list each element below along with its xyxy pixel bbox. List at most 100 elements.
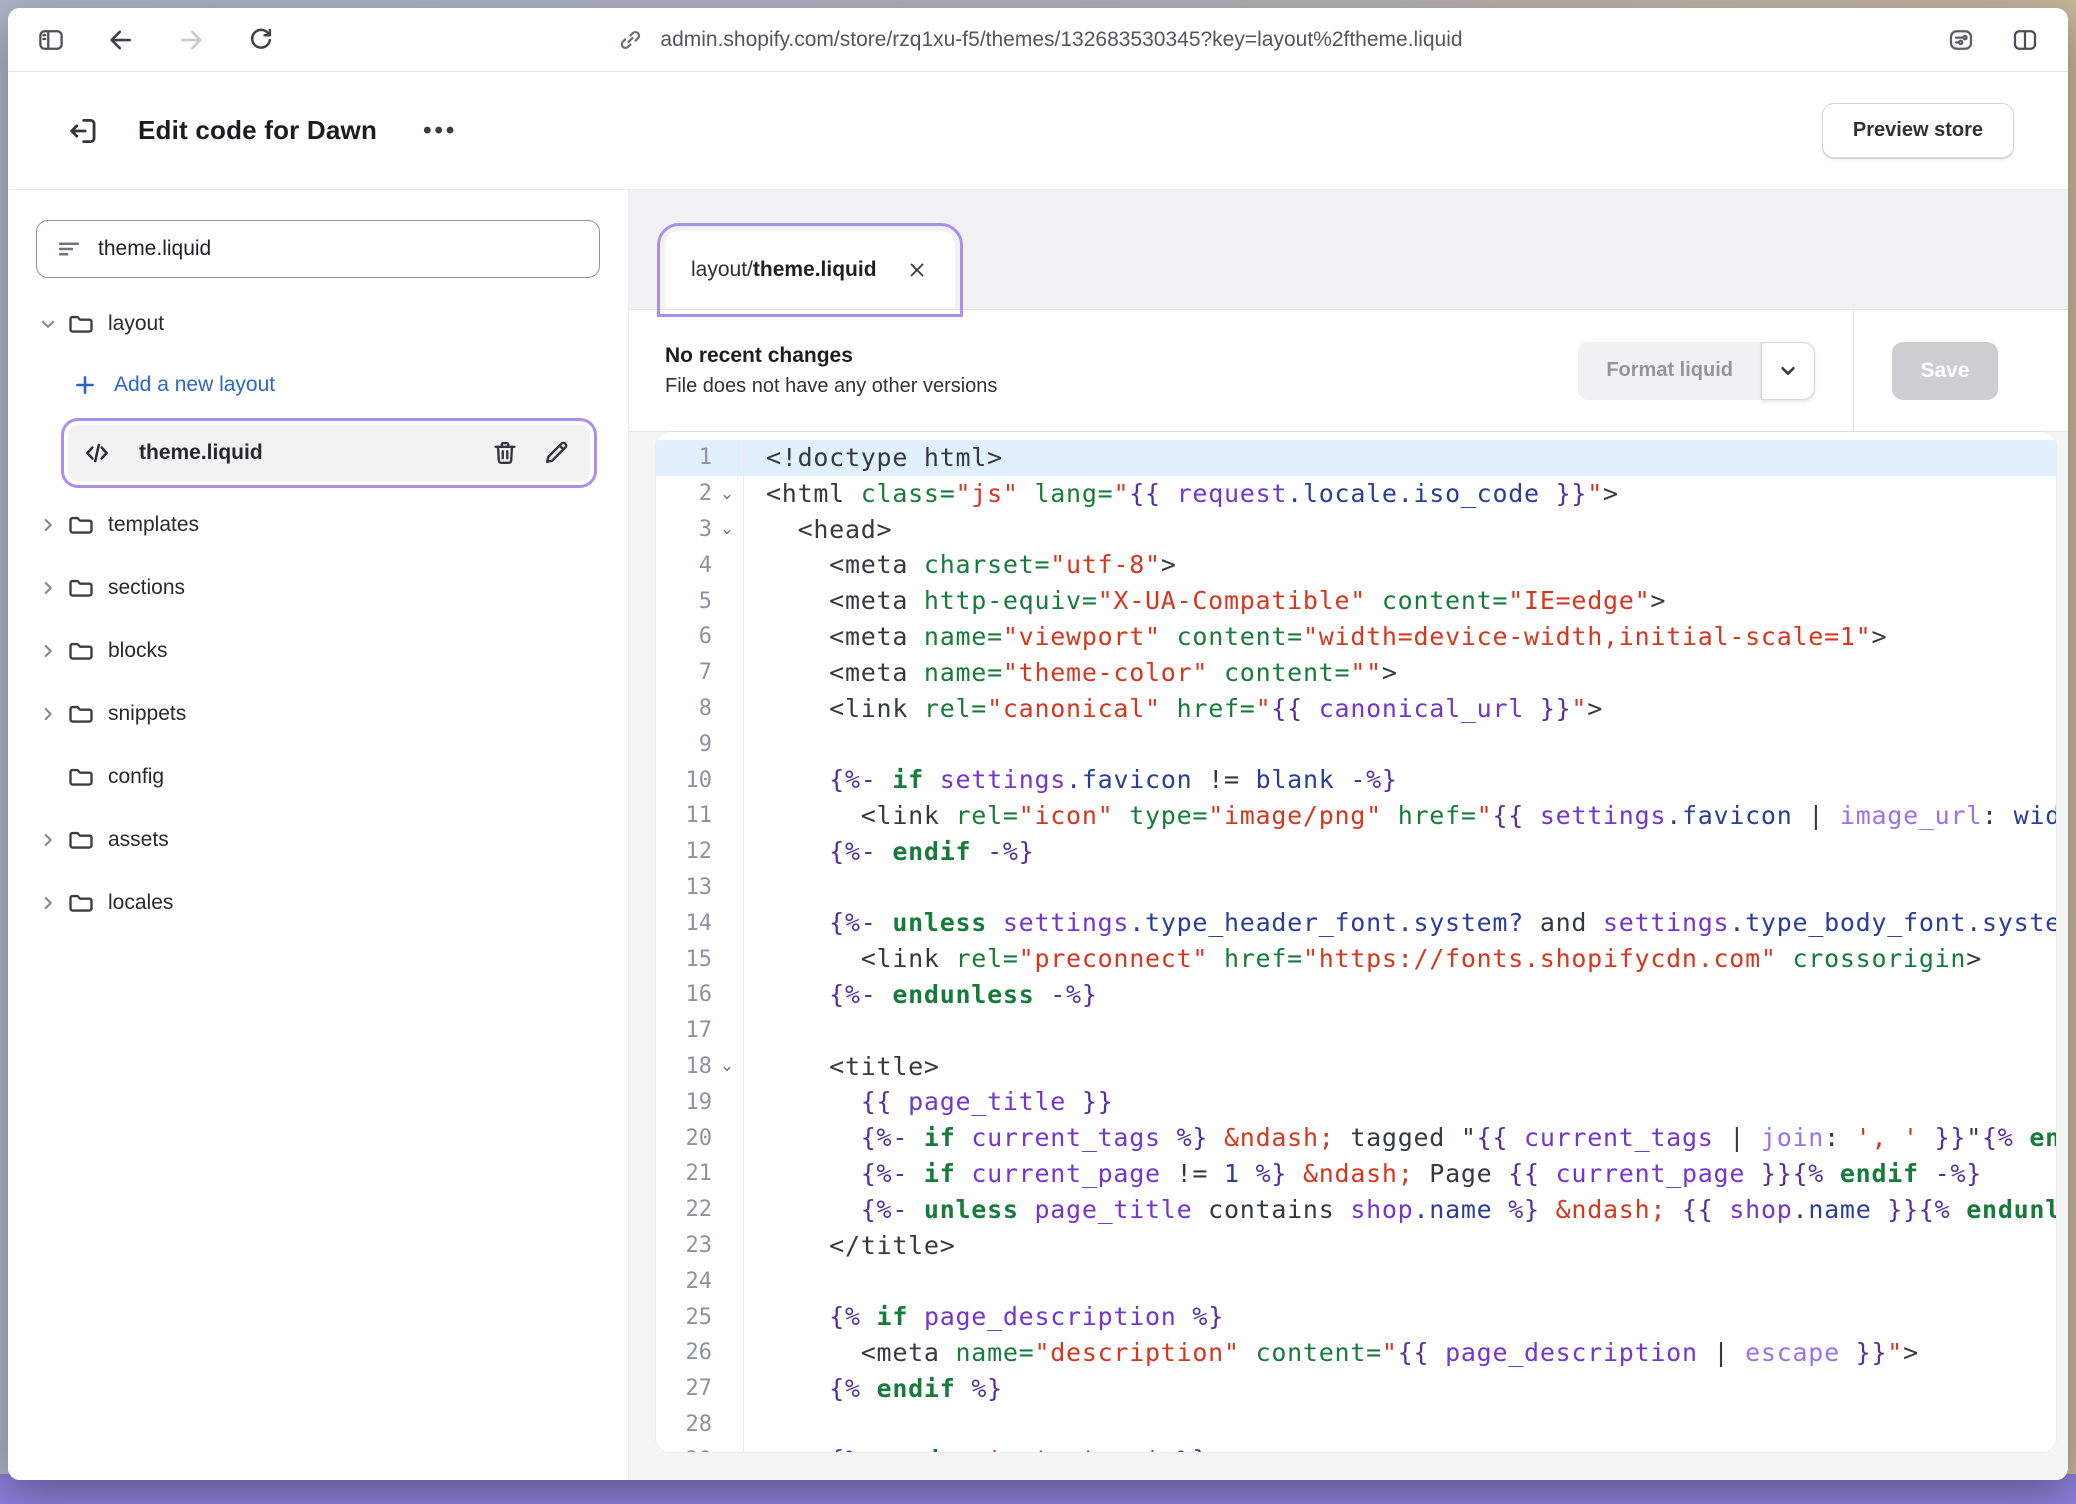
folder-label: sections bbox=[108, 576, 185, 600]
code-line[interactable]: 18⌄ <title> bbox=[656, 1049, 2056, 1085]
folder-label: config bbox=[108, 765, 164, 789]
code-line[interactable]: 12 {%- endif -%} bbox=[656, 834, 2056, 870]
folder-label: assets bbox=[108, 828, 169, 852]
code-line-text: {%- endunless -%} bbox=[744, 977, 2056, 1013]
line-number: 10 bbox=[656, 768, 712, 793]
file-search-box[interactable] bbox=[36, 220, 600, 278]
code-line-text bbox=[744, 1407, 2056, 1443]
code-line[interactable]: 14 {%- unless settings.type_header_font.… bbox=[656, 905, 2056, 941]
code-editor[interactable]: 1<!doctype html>2⌄<html class="js" lang=… bbox=[656, 432, 2056, 1452]
code-line-text: <meta name="viewport" content="width=dev… bbox=[744, 619, 2056, 655]
code-line[interactable]: 4 <meta charset="utf-8"> bbox=[656, 547, 2056, 583]
fold-toggle-icon[interactable]: ⌄ bbox=[712, 484, 742, 504]
code-line[interactable]: 22 {%- unless page_title contains shop.n… bbox=[656, 1192, 2056, 1228]
line-number: 17 bbox=[656, 1018, 712, 1043]
folder-icon bbox=[66, 762, 108, 792]
add-layout-label: Add a new layout bbox=[114, 373, 275, 397]
sidebar-item-sections[interactable]: sections bbox=[30, 556, 602, 619]
line-number: 26 bbox=[656, 1340, 712, 1365]
line-number: 3 bbox=[656, 517, 712, 542]
code-line[interactable]: 17 bbox=[656, 1013, 2056, 1049]
delete-file-icon[interactable] bbox=[487, 435, 523, 471]
line-number-gutter: 3⌄ bbox=[656, 512, 744, 548]
browser-window: admin.shopify.com/store/rzq1xu-f5/themes… bbox=[8, 8, 2068, 1480]
code-line[interactable]: 28 bbox=[656, 1407, 2056, 1443]
code-line[interactable]: 25 {% if page_description %} bbox=[656, 1299, 2056, 1335]
save-button[interactable]: Save bbox=[1892, 342, 1998, 400]
page-settings-icon[interactable] bbox=[1944, 23, 1978, 57]
chevron-right-icon[interactable] bbox=[30, 640, 66, 662]
sidebar-toggle-icon[interactable] bbox=[34, 23, 68, 57]
code-line[interactable]: 1<!doctype html> bbox=[656, 440, 2056, 476]
chevron-right-icon[interactable] bbox=[30, 577, 66, 599]
sidebar-item-blocks[interactable]: blocks bbox=[30, 619, 602, 682]
code-line[interactable]: 24 bbox=[656, 1263, 2056, 1299]
close-tab-icon[interactable] bbox=[905, 258, 929, 282]
code-line[interactable]: 19 {{ page_title }} bbox=[656, 1084, 2056, 1120]
code-line[interactable]: 20 {%- if current_tags %} &ndash; tagged… bbox=[656, 1120, 2056, 1156]
code-line-text bbox=[744, 726, 2056, 762]
code-line-text: {% if page_description %} bbox=[744, 1299, 2056, 1335]
chevron-right-icon[interactable] bbox=[30, 892, 66, 914]
fold-toggle-icon[interactable]: ⌄ bbox=[712, 519, 742, 539]
code-line-text: <meta http-equiv="X-UA-Compatible" conte… bbox=[744, 583, 2056, 619]
code-line[interactable]: 26 <meta name="description" content="{{ … bbox=[656, 1335, 2056, 1371]
code-line-text: {%- if current_page != 1 %} &ndash; Page… bbox=[744, 1156, 2056, 1192]
code-line[interactable]: 11 <link rel="icon" type="image/png" hre… bbox=[656, 798, 2056, 834]
line-number: 16 bbox=[656, 982, 712, 1007]
line-number-gutter: 16 bbox=[656, 977, 744, 1013]
code-line[interactable]: 27 {% endif %} bbox=[656, 1371, 2056, 1407]
sidebar-item-layout[interactable]: layout bbox=[30, 292, 602, 355]
line-number: 15 bbox=[656, 947, 712, 972]
chevron-right-icon[interactable] bbox=[30, 514, 66, 536]
line-number-gutter: 4 bbox=[656, 547, 744, 583]
code-line-text: {% render 'meta-tags' %} bbox=[744, 1442, 2056, 1452]
sidebar-item-snippets[interactable]: snippets bbox=[30, 682, 602, 745]
code-line[interactable]: 13 bbox=[656, 870, 2056, 906]
sidebar-item-config[interactable]: config bbox=[30, 745, 602, 808]
back-icon[interactable] bbox=[104, 23, 138, 57]
line-number-gutter: 8 bbox=[656, 691, 744, 727]
code-line[interactable]: 10 {%- if settings.favicon != blank -%} bbox=[656, 762, 2056, 798]
reload-icon[interactable] bbox=[244, 23, 278, 57]
more-menu-icon[interactable]: ••• bbox=[423, 117, 457, 145]
code-line[interactable]: 15 <link rel="preconnect" href="https://… bbox=[656, 941, 2056, 977]
code-line[interactable]: 2⌄<html class="js" lang="{{ request.loca… bbox=[656, 476, 2056, 512]
code-line[interactable]: 5 <meta http-equiv="X-UA-Compatible" con… bbox=[656, 583, 2056, 619]
sidebar-item-templates[interactable]: templates bbox=[30, 493, 602, 556]
rename-file-icon[interactable] bbox=[538, 435, 574, 471]
code-line[interactable]: 9 bbox=[656, 726, 2056, 762]
preview-store-button[interactable]: Preview store bbox=[1822, 103, 2014, 159]
folder-label: templates bbox=[108, 513, 199, 537]
add-new-layout-button[interactable]: Add a new layout bbox=[30, 355, 602, 415]
code-line[interactable]: 7 <meta name="theme-color" content=""> bbox=[656, 655, 2056, 691]
sidebar-item-assets[interactable]: assets bbox=[30, 808, 602, 871]
sidebar-item-theme-liquid[interactable]: theme.liquid bbox=[68, 425, 590, 481]
split-view-icon[interactable] bbox=[2008, 23, 2042, 57]
sidebar-item-locales[interactable]: locales bbox=[30, 871, 602, 934]
editor-panel: layout/theme.liquid No recent changes Fi… bbox=[628, 190, 2068, 1480]
forward-icon[interactable] bbox=[174, 23, 208, 57]
format-options-dropdown[interactable] bbox=[1761, 342, 1815, 400]
fold-toggle-icon[interactable]: ⌄ bbox=[712, 1056, 742, 1076]
tab-theme-liquid[interactable]: layout/theme.liquid bbox=[665, 231, 955, 309]
code-line[interactable]: 3⌄ <head> bbox=[656, 512, 2056, 548]
code-line[interactable]: 16 {%- endunless -%} bbox=[656, 977, 2056, 1013]
chevron-down-icon[interactable] bbox=[30, 313, 66, 335]
line-number: 9 bbox=[656, 732, 712, 757]
search-input[interactable] bbox=[98, 237, 581, 261]
address-bar[interactable]: admin.shopify.com/store/rzq1xu-f5/themes… bbox=[660, 28, 1462, 52]
code-line[interactable]: 8 <link rel="canonical" href="{{ canonic… bbox=[656, 691, 2056, 727]
code-line[interactable]: 23 </title> bbox=[656, 1228, 2056, 1264]
code-line[interactable]: 6 <meta name="viewport" content="width=d… bbox=[656, 619, 2056, 655]
code-line-text: {%- endif -%} bbox=[744, 834, 2056, 870]
code-line[interactable]: 21 {%- if current_page != 1 %} &ndash; P… bbox=[656, 1156, 2056, 1192]
line-number-gutter: 26 bbox=[656, 1335, 744, 1371]
chevron-right-icon[interactable] bbox=[30, 829, 66, 851]
chevron-right-icon[interactable] bbox=[30, 703, 66, 725]
code-line-text: <html class="js" lang="{{ request.locale… bbox=[744, 476, 2056, 512]
format-liquid-button[interactable]: Format liquid bbox=[1578, 342, 1761, 400]
code-line[interactable]: 29 {% render 'meta-tags' %} bbox=[656, 1442, 2056, 1452]
exit-editor-icon[interactable] bbox=[66, 114, 100, 148]
folder-icon bbox=[66, 699, 108, 729]
